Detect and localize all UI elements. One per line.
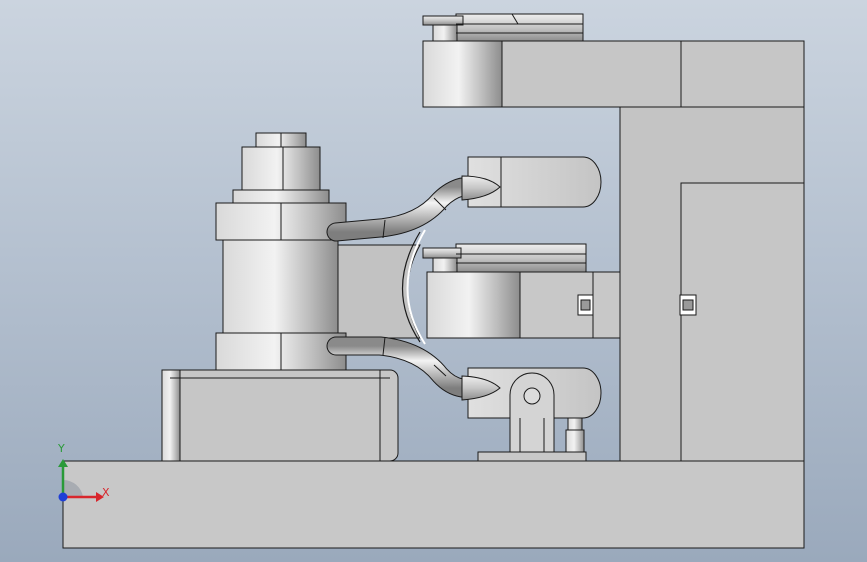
cad-viewport[interactable]: X Y xyxy=(0,0,867,562)
base-plate[interactable] xyxy=(62,460,805,549)
right-column[interactable] xyxy=(619,106,805,462)
top-arm[interactable] xyxy=(422,40,805,108)
middle-load-platen[interactable] xyxy=(422,243,587,273)
left-block[interactable] xyxy=(161,369,399,462)
z-axis-point xyxy=(58,492,68,502)
middle-bolt-head[interactable] xyxy=(577,294,594,316)
load-cell-cylinder[interactable] xyxy=(215,202,347,371)
y-axis-label: Y xyxy=(58,442,65,455)
adjust-screw[interactable] xyxy=(565,417,585,453)
column-bolt-head[interactable] xyxy=(679,294,697,316)
hex-nut[interactable] xyxy=(232,132,330,204)
x-axis-label: X xyxy=(102,486,110,499)
model-view[interactable] xyxy=(0,0,867,562)
top-load-platen[interactable] xyxy=(422,13,584,42)
